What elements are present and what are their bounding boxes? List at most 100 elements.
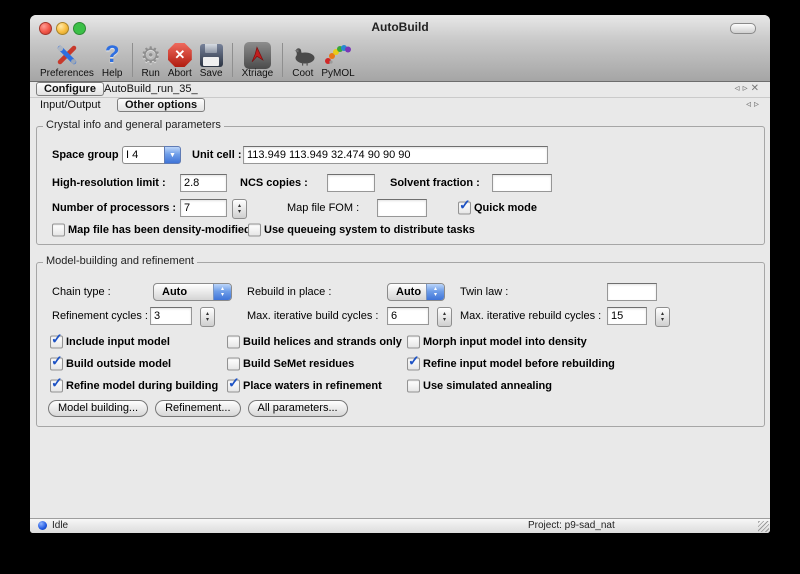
- build-outside-checkbox[interactable]: ✓: [50, 358, 63, 371]
- floppy-disk-icon: [200, 42, 223, 68]
- popup-arrows-icon[interactable]: ▴▾: [426, 284, 444, 300]
- chain-type-value: Auto: [154, 284, 213, 300]
- pymol-button[interactable]: PyMOL: [317, 39, 358, 79]
- max-rebuild-cycles-stepper[interactable]: ▴▾: [655, 307, 670, 327]
- queueing-checkbox[interactable]: ✓: [248, 224, 261, 237]
- max-build-cycles-stepper[interactable]: ▴▾: [437, 307, 452, 327]
- build-semet-label: Build SeMet residues: [243, 358, 354, 370]
- resize-grip[interactable]: [758, 521, 769, 532]
- crystal-info-group-title: Crystal info and general parameters: [43, 119, 224, 132]
- simulated-annealing-checkbox[interactable]: ✓: [407, 380, 420, 393]
- nproc-input[interactable]: [180, 199, 227, 217]
- refinement-cycles-stepper[interactable]: ▴▾: [200, 307, 215, 327]
- map-fom-input[interactable]: [377, 199, 427, 217]
- space-group-field[interactable]: [122, 146, 164, 164]
- model-row-2: Refinement cycles : ▴▾ Max. iterative bu…: [30, 306, 770, 326]
- options-panel: Crystal info and general parameters Spac…: [30, 113, 770, 519]
- toolbar-button-label: Preferences: [36, 68, 98, 79]
- max-rebuild-cycles-input[interactable]: [607, 307, 647, 325]
- stop-x-icon: ✕: [168, 42, 192, 68]
- space-group-combobox[interactable]: ▼: [122, 146, 181, 164]
- queueing-label: Use queueing system to distribute tasks: [264, 224, 475, 236]
- crystal-row-3: Number of processors : ▴▾ Map file FOM :…: [30, 198, 770, 218]
- toolbar-button-label: Coot: [288, 68, 317, 79]
- refinement-params-button[interactable]: Refinement...: [155, 400, 240, 417]
- tab-other-options[interactable]: Other options: [117, 98, 205, 112]
- chevron-down-icon[interactable]: ▼: [164, 146, 181, 164]
- include-input-model-checkbox[interactable]: ✓: [50, 336, 63, 349]
- refine-during-building-checkbox[interactable]: ✓: [50, 380, 63, 393]
- model-building-params-button[interactable]: Model building...: [48, 400, 148, 417]
- high-res-input[interactable]: [180, 174, 227, 192]
- stepper-down-icon[interactable]: ▾: [238, 209, 241, 215]
- pymol-helix-icon: [324, 42, 352, 68]
- refine-input-before-label: Refine input model before rebuilding: [423, 358, 615, 370]
- refinement-cycles-input[interactable]: [150, 307, 192, 325]
- tab-nav-controls[interactable]: ◃▹✕: [735, 83, 762, 94]
- preferences-button[interactable]: Preferences: [36, 39, 98, 79]
- twin-law-label: Twin law :: [460, 286, 508, 298]
- density-modified-checkbox[interactable]: ✓: [52, 224, 65, 237]
- page-tab-nav-controls[interactable]: ◃▹: [746, 99, 762, 110]
- quick-mode-checkbox[interactable]: ✓: [458, 202, 471, 215]
- tab-next-icon[interactable]: ▹: [754, 99, 762, 110]
- gear-icon: ⚙: [140, 42, 161, 68]
- toolbar-button-label: Run: [138, 68, 164, 79]
- toolbar-button-label: Abort: [164, 68, 196, 79]
- question-mark-icon: ?: [105, 42, 120, 68]
- refine-input-before-checkbox[interactable]: ✓: [407, 358, 420, 371]
- rebuild-in-place-value: Auto: [388, 284, 426, 300]
- build-semet-checkbox[interactable]: ✓: [227, 358, 240, 371]
- save-button[interactable]: Save: [196, 39, 227, 79]
- build-helices-checkbox[interactable]: ✓: [227, 336, 240, 349]
- ncs-copies-label: NCS copies :: [240, 177, 308, 189]
- tab-prev-icon[interactable]: ◃: [746, 99, 754, 110]
- tab-prev-icon[interactable]: ◃: [735, 83, 743, 94]
- status-state: Idle: [52, 520, 68, 531]
- toolbar-button-label: PyMOL: [317, 68, 358, 79]
- toolbar-toggle-button[interactable]: [730, 23, 756, 34]
- unit-cell-label: Unit cell :: [192, 149, 242, 161]
- document-tab-bar: Configure AutoBuild_run_35_ ◃▹✕: [30, 82, 770, 98]
- chain-type-label: Chain type :: [52, 286, 111, 298]
- tab-next-icon[interactable]: ▹: [743, 83, 751, 94]
- place-waters-checkbox[interactable]: ✓: [227, 380, 240, 393]
- rebuild-in-place-popup[interactable]: Auto ▴▾: [387, 283, 445, 301]
- morph-input-checkbox[interactable]: ✓: [407, 336, 420, 349]
- toolbar-button-label: Save: [196, 68, 227, 79]
- ncs-copies-input[interactable]: [327, 174, 375, 192]
- chain-type-popup[interactable]: Auto ▴▾: [153, 283, 232, 301]
- toolbar-button-label: Xtriage: [238, 68, 278, 79]
- rebuild-in-place-label: Rebuild in place :: [247, 286, 331, 298]
- status-bar: Idle Project: p9-sad_nat: [30, 518, 770, 533]
- toolbar-separator: [282, 43, 283, 77]
- coot-button[interactable]: Coot: [288, 39, 317, 79]
- max-build-cycles-input[interactable]: [387, 307, 429, 325]
- tab-input-output[interactable]: Input/Output: [40, 99, 101, 112]
- title-bar[interactable]: AutoBuild: [30, 15, 770, 40]
- model-checkbox-row-2: ✓ Build outside model ✓ Build SeMet resi…: [30, 354, 770, 374]
- unit-cell-input[interactable]: [243, 146, 548, 164]
- xtriage-logo-icon: [244, 42, 271, 68]
- tab-configure[interactable]: Configure: [36, 82, 104, 96]
- run-button[interactable]: ⚙ Run: [138, 39, 164, 79]
- popup-arrows-icon[interactable]: ▴▾: [213, 284, 231, 300]
- morph-input-label: Morph input model into density: [423, 336, 587, 348]
- nproc-stepper[interactable]: ▴▾: [232, 199, 247, 219]
- all-parameters-button[interactable]: All parameters...: [248, 400, 348, 417]
- window-title: AutoBuild: [30, 15, 770, 40]
- tab-close-icon[interactable]: ✕: [751, 83, 762, 94]
- coot-bird-icon: [289, 42, 317, 68]
- abort-button[interactable]: ✕ Abort: [164, 39, 196, 79]
- help-button[interactable]: ? Help: [98, 39, 127, 79]
- tab-autobuild-run[interactable]: AutoBuild_run_35_: [104, 83, 198, 96]
- crystal-row-4: ✓ Map file has been density-modified ✓ U…: [30, 220, 770, 240]
- high-res-label: High-resolution limit :: [52, 177, 166, 189]
- toolbar-button-label: Help: [98, 68, 127, 79]
- xtriage-button[interactable]: Xtriage: [238, 39, 278, 79]
- status-dot-icon: [38, 521, 47, 530]
- check-icon: ✓: [459, 197, 471, 214]
- crystal-row-2: High-resolution limit : NCS copies : Sol…: [30, 173, 770, 193]
- solvent-fraction-input[interactable]: [492, 174, 552, 192]
- twin-law-input[interactable]: [607, 283, 657, 301]
